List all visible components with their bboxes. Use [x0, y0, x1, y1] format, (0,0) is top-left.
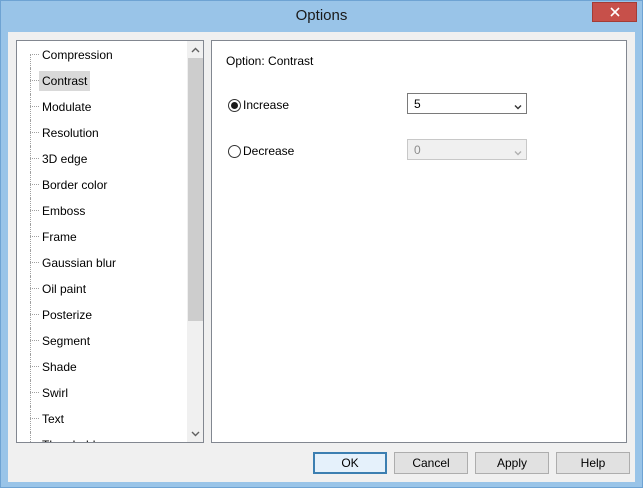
options-window: Options Compression Contrast Modulate Resol… — [0, 0, 643, 488]
tree-item-label: Segment — [42, 334, 91, 348]
tree-connector — [30, 120, 31, 146]
tree-branch-line — [30, 288, 39, 289]
tree-connector — [30, 432, 31, 442]
scroll-up-button[interactable] — [187, 41, 203, 58]
decrease-amount-value: 0 — [414, 143, 421, 157]
tree-branch-line — [30, 392, 39, 393]
tree-item-label: Shade — [42, 360, 77, 374]
tree-item[interactable]: 3D edge — [17, 146, 187, 172]
tree-branch-line — [30, 262, 39, 263]
apply-button[interactable]: Apply — [475, 452, 549, 474]
tree-item[interactable]: Swirl — [17, 380, 187, 406]
dialog-body: Compression Contrast Modulate Resolution 3D … — [8, 32, 635, 482]
tree-branch-line — [30, 80, 39, 81]
tree-connector — [30, 354, 31, 380]
decrease-radio[interactable]: Decrease — [228, 143, 294, 159]
tree-item[interactable]: Shade — [17, 354, 187, 380]
tree-item[interactable]: Threshold — [17, 432, 187, 442]
tree-item[interactable]: Segment — [17, 328, 187, 354]
tree-item-label: Compression — [42, 48, 113, 62]
tree-scrollbar[interactable] — [187, 41, 203, 442]
options-tree[interactable]: Compression Contrast Modulate Resolution 3D … — [16, 40, 204, 443]
tree-connector — [30, 68, 31, 94]
tree-connector — [30, 276, 31, 302]
cancel-button[interactable]: Cancel — [394, 452, 468, 474]
tree-connector — [30, 224, 31, 250]
tree-item[interactable]: Posterize — [17, 302, 187, 328]
tree-connector — [30, 250, 31, 276]
ok-button[interactable]: OK — [313, 452, 387, 474]
tree-item[interactable]: Border color — [17, 172, 187, 198]
tree-item[interactable]: Modulate — [17, 94, 187, 120]
tree-item-label: Frame — [42, 230, 77, 244]
decrease-amount-select: 0 — [407, 139, 527, 160]
option-title: Option: Contrast — [226, 54, 314, 68]
tree-connector — [30, 54, 31, 68]
tree-connector — [30, 380, 31, 406]
increase-radio[interactable]: Increase — [228, 97, 289, 113]
tree-item-label: Oil paint — [42, 282, 87, 296]
tree-item[interactable]: Frame — [17, 224, 187, 250]
decrease-radio-dot[interactable] — [228, 144, 241, 158]
tree-branch-line — [30, 366, 39, 367]
close-button[interactable] — [592, 2, 637, 22]
tree-item-label: Threshold — [39, 435, 98, 442]
tree-item-label: Swirl — [42, 386, 68, 400]
tree-item-label: Emboss — [42, 204, 86, 218]
tree-item-label: Text — [42, 412, 65, 426]
tree-branch-line — [30, 158, 39, 159]
tree-connector — [30, 302, 31, 328]
close-icon — [609, 7, 620, 17]
title-bar[interactable]: Options — [1, 1, 642, 32]
scroll-down-button[interactable] — [187, 425, 203, 442]
tree-connector — [30, 172, 31, 198]
chevron-down-icon — [514, 146, 522, 156]
tree-branch-line — [30, 418, 39, 419]
tree-branch-line — [30, 106, 39, 107]
tree-branch-line — [30, 236, 39, 237]
option-panel: Option: Contrast Increase 5 Decrease 0 — [211, 40, 627, 443]
tree-branch-line — [30, 210, 39, 211]
tree-branch-line — [30, 184, 39, 185]
chevron-down-icon — [514, 100, 522, 110]
tree-item[interactable]: Oil paint — [17, 276, 187, 302]
chevron-up-icon — [191, 45, 200, 55]
tree-item[interactable]: Text — [17, 406, 187, 432]
tree-item-label: Resolution — [42, 126, 99, 140]
tree-item-label: Modulate — [42, 100, 92, 114]
tree-item[interactable]: Contrast — [17, 68, 187, 94]
tree-branch-line — [30, 54, 39, 55]
increase-amount-value: 5 — [414, 97, 421, 111]
tree-branch-line — [30, 314, 39, 315]
tree-item[interactable]: Emboss — [17, 198, 187, 224]
tree-item-label: Border color — [42, 178, 108, 192]
increase-radio-dot[interactable] — [228, 98, 241, 112]
window-title: Options — [295, 7, 348, 24]
tree-connector — [30, 198, 31, 224]
tree-connector — [30, 406, 31, 432]
tree-item-label: Contrast — [39, 71, 91, 91]
scroll-thumb[interactable] — [188, 58, 203, 321]
tree-items: Compression Contrast Modulate Resolution 3D … — [17, 41, 187, 442]
tree-branch-line — [30, 340, 39, 341]
tree-item[interactable]: Compression — [17, 42, 187, 68]
chevron-down-icon — [191, 429, 200, 439]
tree-item[interactable]: Gaussian blur — [17, 250, 187, 276]
tree-connector — [30, 146, 31, 172]
increase-amount-select[interactable]: 5 — [407, 93, 527, 114]
tree-item-label: 3D edge — [42, 152, 88, 166]
tree-connector — [30, 328, 31, 354]
help-button[interactable]: Help — [556, 452, 630, 474]
tree-item-label: Gaussian blur — [42, 256, 117, 270]
increase-label: Increase — [243, 98, 290, 112]
tree-connector — [30, 94, 31, 120]
decrease-label: Decrease — [243, 144, 295, 158]
tree-item-label: Posterize — [42, 308, 93, 322]
tree-item[interactable]: Resolution — [17, 120, 187, 146]
tree-branch-line — [30, 132, 39, 133]
